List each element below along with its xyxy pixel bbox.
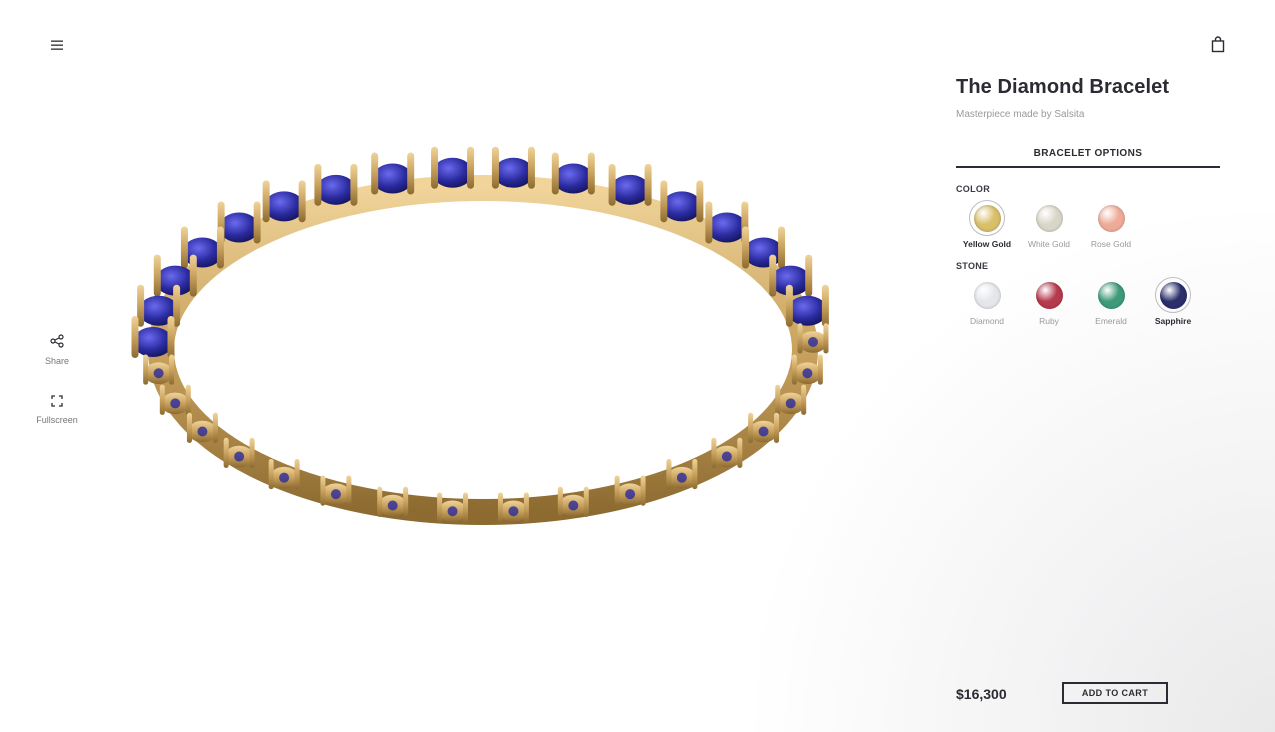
stone-swatch-ring [969, 277, 1005, 313]
fullscreen-icon [51, 395, 63, 407]
color-swatch-ring [1093, 200, 1129, 236]
shopping-bag-icon[interactable] [1207, 33, 1229, 55]
bracelet-stone-setting [217, 201, 261, 244]
fullscreen-button[interactable]: Fullscreen [30, 394, 84, 425]
product-3d-viewer[interactable] [130, 110, 860, 580]
share-label: Share [44, 356, 70, 366]
color-swatch-dot [973, 204, 1001, 232]
bracelet-stone-setting [551, 152, 595, 195]
color-swatches: Yellow Gold White Gold Rose Gold [956, 200, 1220, 249]
bracelet-stone-setting [491, 146, 535, 189]
color-swatch-label: White Gold [1027, 239, 1071, 249]
bracelet-stone-setting [371, 152, 415, 195]
color-swatch-ring [969, 200, 1005, 236]
stone-swatch-emerald[interactable]: Emerald [1080, 277, 1142, 326]
bracelet-stone-setting [262, 180, 306, 223]
stone-swatch-diamond[interactable]: Diamond [956, 277, 1018, 326]
fullscreen-label: Fullscreen [36, 415, 78, 425]
color-swatch-dot [1035, 204, 1063, 232]
stone-swatch-ring [1155, 277, 1191, 313]
bracelet-stone-setting [557, 486, 589, 518]
stone-swatch-dot [1159, 281, 1187, 309]
stone-swatch-dot [973, 281, 1001, 309]
stone-swatches: Diamond Ruby Emerald Sapphire [956, 277, 1220, 326]
stone-swatch-ring [1031, 277, 1067, 313]
color-swatch-label: Rose Gold [1090, 239, 1132, 249]
color-swatch-dot [1097, 204, 1125, 232]
product-subtitle: Masterpiece made by Salsita [956, 109, 1085, 120]
bracelet-render [131, 146, 829, 525]
product-price: $16,300 [956, 686, 1007, 702]
stone-swatch-sapphire[interactable]: Sapphire [1142, 277, 1204, 326]
stone-swatch-label: Emerald [1095, 316, 1127, 326]
color-section-label: COLOR [956, 184, 990, 194]
color-swatch-ring [1031, 200, 1067, 236]
share-icon [50, 334, 64, 348]
bracelet-stone-setting [320, 475, 352, 506]
color-swatch-rose-gold[interactable]: Rose Gold [1080, 200, 1142, 249]
bracelet-stone-setting [608, 163, 652, 206]
stone-swatch-ruby[interactable]: Ruby [1018, 277, 1080, 326]
color-swatch-label: Yellow Gold [962, 239, 1012, 249]
stone-swatch-dot [1097, 281, 1125, 309]
share-button[interactable]: Share [30, 334, 84, 366]
bracelet-stone-setting [497, 492, 529, 523]
bracelet-stone-setting [437, 492, 469, 523]
color-swatch-yellow-gold[interactable]: Yellow Gold [956, 200, 1018, 249]
bracelet-stone-setting [705, 201, 749, 244]
bracelet-stone-setting [660, 180, 704, 223]
bracelet-stone-setting [180, 226, 224, 269]
stone-swatch-label: Ruby [1039, 316, 1059, 326]
bracelet-stone-setting [377, 486, 409, 518]
bracelet-stone-setting [314, 163, 358, 206]
product-panel: The Diamond Bracelet Masterpiece made by… [956, 76, 1220, 326]
color-swatch-white-gold[interactable]: White Gold [1018, 200, 1080, 249]
product-title: The Diamond Bracelet [956, 76, 1170, 98]
bracelet-stone-setting [431, 146, 475, 189]
hamburger-menu-icon[interactable] [46, 34, 68, 56]
stone-swatch-label: Sapphire [1154, 316, 1192, 326]
tab-bracelet-options[interactable]: BRACELET OPTIONS [956, 148, 1220, 168]
stone-swatch-ring [1093, 277, 1129, 313]
stone-section-label: STONE [956, 261, 989, 271]
bracelet-stone-setting [742, 226, 786, 269]
bracelet-stone-setting [614, 475, 646, 506]
stone-swatch-dot [1035, 281, 1063, 309]
stone-swatch-label: Diamond [969, 316, 1005, 326]
add-to-cart-button[interactable]: ADD TO CART [1062, 682, 1168, 704]
